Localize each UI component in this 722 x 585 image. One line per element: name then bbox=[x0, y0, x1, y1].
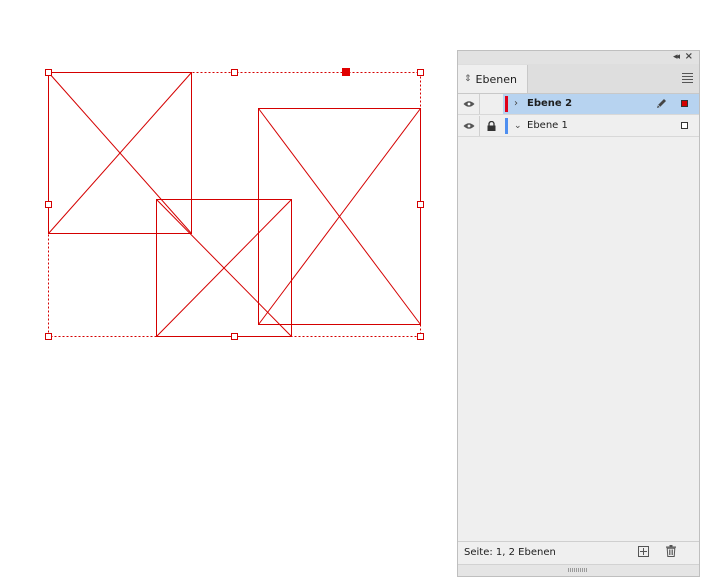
handle-middle-left[interactable] bbox=[45, 201, 52, 208]
frame-top-left[interactable] bbox=[48, 72, 192, 234]
layer-color-swatch[interactable] bbox=[681, 100, 688, 107]
document-canvas[interactable] bbox=[0, 0, 450, 400]
chevron-down-icon[interactable]: ⌄ bbox=[514, 118, 522, 134]
chevron-right-icon[interactable]: › bbox=[514, 96, 518, 112]
frame-bottom-middle[interactable] bbox=[156, 199, 292, 337]
layers-panel: ◂◂ × ⇕ Ebenen › Ebene 2 ⌄ Ebene 1 Seite:… bbox=[457, 50, 700, 577]
layer-row-ebene-2[interactable]: › Ebene 2 bbox=[458, 94, 699, 115]
frame-right[interactable] bbox=[258, 108, 421, 325]
status-text: Seite: 1, 2 Ebenen bbox=[464, 547, 556, 558]
handle-top-left[interactable] bbox=[45, 69, 52, 76]
handle-bottom-right[interactable] bbox=[417, 333, 424, 340]
layer-name[interactable]: Ebene 1 bbox=[527, 120, 568, 132]
grip-lines[interactable] bbox=[568, 568, 588, 572]
layer-color-indicator bbox=[505, 118, 508, 134]
lock-toggle[interactable] bbox=[480, 116, 503, 136]
trash-icon[interactable] bbox=[666, 545, 676, 557]
close-icon[interactable]: × bbox=[685, 51, 693, 63]
panel-footer: Seite: 1, 2 Ebenen bbox=[458, 541, 699, 564]
layer-name[interactable]: Ebene 2 bbox=[527, 98, 572, 110]
lock-icon bbox=[487, 121, 496, 131]
selection-handles[interactable] bbox=[45, 69, 424, 340]
reference-point-marker[interactable] bbox=[342, 68, 350, 76]
lock-toggle[interactable] bbox=[480, 94, 503, 114]
pen-icon bbox=[657, 99, 666, 108]
tab-label: Ebenen bbox=[475, 72, 517, 86]
handle-top-right[interactable] bbox=[417, 69, 424, 76]
new-layer-icon[interactable] bbox=[638, 546, 649, 557]
tab-ebenen[interactable]: ⇕ Ebenen bbox=[458, 65, 528, 93]
visibility-toggle[interactable] bbox=[458, 94, 480, 114]
panel-tab-bar: ⇕ Ebenen bbox=[458, 64, 699, 94]
visibility-toggle[interactable] bbox=[458, 116, 480, 136]
handle-top-middle[interactable] bbox=[231, 69, 238, 76]
panel-menu-icon[interactable] bbox=[682, 73, 693, 85]
layer-row-ebene-1[interactable]: ⌄ Ebene 1 bbox=[458, 116, 699, 137]
panel-title-bar[interactable]: ◂◂ × bbox=[458, 51, 699, 64]
eye-icon bbox=[463, 123, 474, 129]
panel-resize-grip[interactable] bbox=[458, 564, 699, 576]
up-down-arrows-icon: ⇕ bbox=[464, 74, 472, 84]
handle-bottom-left[interactable] bbox=[45, 333, 52, 340]
handle-middle-right[interactable] bbox=[417, 201, 424, 208]
layer-color-swatch[interactable] bbox=[681, 122, 688, 129]
double-chevron-left-icon[interactable]: ◂◂ bbox=[673, 52, 680, 62]
layer-color-indicator bbox=[505, 96, 508, 112]
eye-icon bbox=[463, 101, 474, 107]
selection-bounding-box bbox=[48, 72, 421, 337]
handle-bottom-middle[interactable] bbox=[231, 333, 238, 340]
